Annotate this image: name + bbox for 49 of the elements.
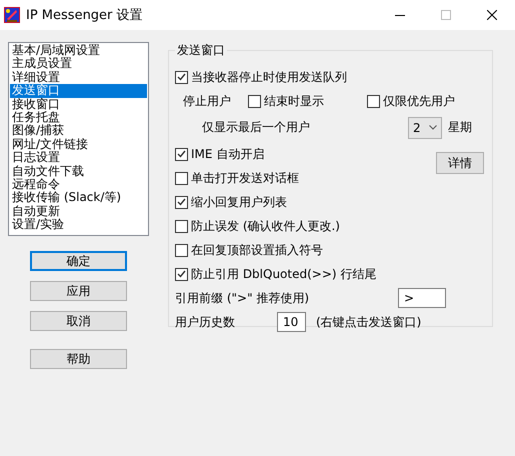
category-item[interactable]: 日志设置 bbox=[10, 151, 147, 165]
category-item[interactable]: 图像/捕获 bbox=[10, 124, 147, 138]
checkbox[interactable] bbox=[175, 268, 188, 280]
checkbox-label: 仅限优先用户 bbox=[383, 92, 455, 110]
checkbox[interactable] bbox=[175, 244, 188, 256]
field-label: 仅显示最后一个用户 bbox=[202, 119, 311, 136]
checkbox[interactable] bbox=[175, 70, 188, 84]
dialog-button[interactable]: 取消 bbox=[30, 311, 127, 331]
text-field[interactable]: > bbox=[398, 288, 446, 308]
checkbox-option[interactable]: 结束时显示 bbox=[248, 92, 367, 110]
window-title: IP Messenger 设置 bbox=[26, 7, 144, 24]
field-label: 停止用户 bbox=[183, 92, 232, 110]
dialog-button[interactable]: 应用 bbox=[30, 281, 127, 301]
checkbox[interactable] bbox=[248, 94, 261, 108]
category-item[interactable]: 任务托盘 bbox=[10, 110, 147, 124]
checkbox[interactable] bbox=[175, 220, 188, 232]
checkbox[interactable] bbox=[175, 172, 188, 184]
category-item[interactable]: 基本/局域网设置 bbox=[10, 44, 147, 58]
dialog-button[interactable]: 确定 bbox=[30, 251, 127, 271]
help-button[interactable]: 帮助 bbox=[30, 349, 127, 369]
category-item[interactable]: 设置/实验 bbox=[10, 218, 147, 232]
checkbox-label: IME 自动开启 bbox=[191, 146, 264, 162]
field-label: 引用前缀 (">" 推荐使用) bbox=[175, 290, 310, 306]
checkbox[interactable] bbox=[175, 196, 188, 208]
chevron-down-icon bbox=[429, 125, 437, 130]
checkbox[interactable] bbox=[175, 148, 188, 160]
checkbox-option[interactable]: IME 自动开启 bbox=[175, 146, 264, 162]
category-item[interactable]: 远程命令 bbox=[10, 178, 147, 192]
checkbox-option[interactable]: 仅限优先用户 bbox=[367, 92, 455, 110]
category-item[interactable]: 发送窗口 bbox=[10, 84, 147, 98]
text-field[interactable]: 10 bbox=[277, 312, 306, 332]
count-dropdown[interactable]: 2 bbox=[408, 116, 442, 138]
category-item[interactable]: 接收传输 (Slack/等) bbox=[10, 191, 147, 205]
field-label: 用户历史数 bbox=[175, 314, 236, 330]
unit-label: 星期 bbox=[448, 119, 472, 136]
category-item[interactable]: 详细设置 bbox=[10, 70, 147, 84]
checkbox-label: 结束时显示 bbox=[264, 92, 324, 110]
group-title: 发送窗口 bbox=[176, 42, 226, 59]
category-item[interactable]: 自动更新 bbox=[10, 204, 147, 218]
minimize-icon[interactable] bbox=[395, 14, 405, 16]
app-icon bbox=[4, 7, 20, 23]
category-item[interactable]: 网址/文件链接 bbox=[10, 138, 147, 152]
checkbox[interactable] bbox=[367, 94, 380, 108]
category-item[interactable]: 接收窗口 bbox=[10, 98, 147, 111]
hint-text: (右键点击发送窗口) bbox=[316, 314, 422, 330]
category-item[interactable]: 自动文件下载 bbox=[10, 164, 147, 178]
details-button[interactable]: 详情 bbox=[436, 152, 484, 174]
category-item[interactable]: 主成员设置 bbox=[10, 57, 147, 71]
close-icon[interactable] bbox=[487, 10, 497, 20]
